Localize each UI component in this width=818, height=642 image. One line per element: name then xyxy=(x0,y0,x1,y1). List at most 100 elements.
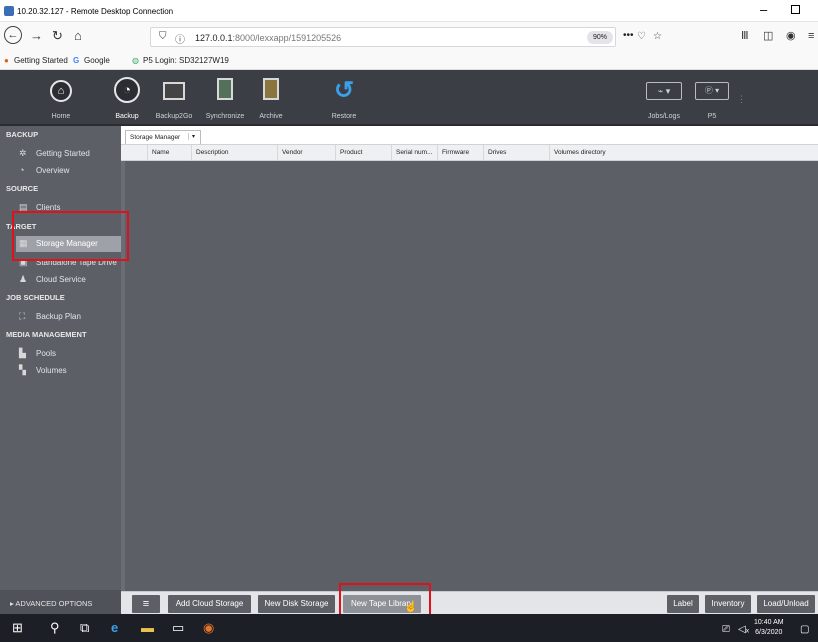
taskbar-clock[interactable]: 10:40 AM 6/3/2020 xyxy=(754,618,784,638)
storage-manager-icon: ▦ xyxy=(19,238,28,248)
column-name[interactable]: Name xyxy=(147,145,191,161)
overview-gauge-icon: ◔ xyxy=(19,165,25,175)
column-volumes-directory[interactable]: Volumes directory xyxy=(549,145,818,161)
bookmark-p5-login[interactable]: P5 Login: SD32127W19 xyxy=(143,56,229,65)
internet-explorer-icon[interactable]: e xyxy=(111,620,118,636)
header-home-label: Home xyxy=(51,113,71,120)
sidebar: BACKUP ✲ Getting Started ◔ Overview SOUR… xyxy=(0,126,121,614)
windows-start-icon[interactable]: ⊞ xyxy=(12,620,23,636)
inventory-button[interactable]: Inventory xyxy=(705,595,751,613)
volume-muted-icon[interactable]: ◁ₓ xyxy=(738,622,749,638)
minimize-button[interactable]: – xyxy=(760,2,767,17)
toolbar-menu-button[interactable]: ≡ xyxy=(132,595,160,613)
sidebar-item-label: Getting Started xyxy=(36,149,90,158)
advanced-options-toggle[interactable]: ▸ ADVANCED OPTIONS xyxy=(0,590,121,614)
add-cloud-storage-button[interactable]: Add Cloud Storage xyxy=(168,595,251,613)
column-vendor[interactable]: Vendor xyxy=(277,145,335,161)
header-home-button[interactable]: ⌂ Home xyxy=(44,70,78,126)
header-synchronize-button[interactable]: Synchronize xyxy=(202,70,248,126)
clients-icon: ▤ xyxy=(19,202,28,212)
sidebar-item-label: Overview xyxy=(36,166,70,175)
sidebar-item-overview[interactable]: ◔ Overview xyxy=(19,163,121,179)
header-archive-label: Archive xyxy=(259,113,283,120)
info-icon[interactable]: ⓘ xyxy=(175,31,185,46)
sidebar-item-label: Cloud Service xyxy=(36,275,86,284)
sidebar-item-storage-manager[interactable]: ▦ Storage Manager xyxy=(16,236,121,252)
bottom-toolbar: ≡ Add Cloud Storage New Disk Storage New… xyxy=(121,591,818,614)
app-header: ⌂ Home ◔ Backup Backup2Go Synchronize Ar… xyxy=(0,70,818,126)
header-p5-button[interactable]: Ⓟ ▾ P5 xyxy=(692,70,732,126)
sidebar-item-cloud-service[interactable]: ♟ Cloud Service xyxy=(19,272,121,288)
column-product[interactable]: Product xyxy=(335,145,391,161)
archive-icon xyxy=(263,78,279,100)
sidebar-item-volumes[interactable]: ▚ Volumes xyxy=(19,363,121,379)
header-backup-button[interactable]: ◔ Backup xyxy=(110,70,144,126)
clock-time: 10:40 AM xyxy=(754,619,784,626)
sidebar-icon[interactable]: ◫ xyxy=(763,28,773,44)
task-view-icon[interactable]: ⧉ xyxy=(80,620,89,636)
search-icon[interactable]: ⚲ xyxy=(50,620,60,636)
hamburger-menu-icon[interactable]: ≡ xyxy=(808,28,814,44)
sidebar-item-clients[interactable]: ▤ Clients xyxy=(19,200,121,216)
notifications-icon[interactable]: ▢ xyxy=(800,622,809,638)
firefox-taskbar-icon[interactable]: ◉ xyxy=(203,620,214,636)
google-icon: G xyxy=(73,56,80,65)
reload-icon[interactable]: ↻ xyxy=(52,28,63,44)
bookmark-star-icon[interactable]: ☆ xyxy=(653,31,662,42)
column-serial-number[interactable]: Serial num... xyxy=(391,145,437,161)
window-title: 10.20.32.127 - Remote Desktop Connection xyxy=(17,7,174,16)
load-unload-button[interactable]: Load/Unload xyxy=(757,595,815,613)
p5-icon: ◍ xyxy=(132,56,139,65)
label-button[interactable]: Label xyxy=(667,595,699,613)
sidebar-item-standalone-tape-drive[interactable]: ▣ Standalone Tape Drive xyxy=(19,255,121,271)
sidebar-item-backup-plan[interactable]: ⛶ Backup Plan xyxy=(19,309,121,325)
network-icon[interactable]: ⎚ xyxy=(722,622,730,638)
sidebar-item-label: Pools xyxy=(36,349,57,358)
url-bar[interactable]: ⛉ ⓘ 127.0.0.1:8000/lexxapp/1591205526 90… xyxy=(150,27,662,47)
sidebar-item-label: Clients xyxy=(36,203,61,212)
backup-gauge-icon: ◔ xyxy=(114,77,140,103)
pocket-icon[interactable]: ♡ xyxy=(637,31,646,42)
column-description[interactable]: Description xyxy=(191,145,277,161)
remote-desktop-taskbar-icon[interactable]: ▭ xyxy=(172,620,184,636)
pools-icon: ▙ xyxy=(19,348,26,358)
section-target: TARGET xyxy=(6,222,37,231)
home-icon[interactable]: ⌂ xyxy=(74,28,82,44)
file-explorer-icon[interactable]: ▬ xyxy=(141,620,154,636)
column-drives[interactable]: Drives xyxy=(483,145,549,161)
sidebar-item-label: Standalone Tape Drive xyxy=(36,258,117,267)
library-icon[interactable]: Ⅲ xyxy=(741,28,749,44)
column-spacer xyxy=(121,145,147,161)
cloud-service-icon: ♟ xyxy=(19,274,28,284)
page-actions-menu[interactable]: ••• xyxy=(623,30,634,41)
header-p5-label: P5 xyxy=(707,113,717,120)
sidebar-item-getting-started[interactable]: ✲ Getting Started xyxy=(19,146,121,162)
column-firmware[interactable]: Firmware xyxy=(437,145,483,161)
header-archive-button[interactable]: Archive xyxy=(254,70,288,126)
tab-label: Storage Manager xyxy=(130,134,181,141)
windows-taskbar: ⊞ ⚲ ⧉ e ▬ ▭ ◉ ⎚ ◁ₓ 10:40 AM 6/3/2020 ▢ xyxy=(0,614,818,642)
new-disk-storage-button[interactable]: New Disk Storage xyxy=(258,595,335,613)
header-backup-label: Backup xyxy=(115,113,139,120)
header-jobs-logs-button[interactable]: ⌁ ▾ Jobs/Logs xyxy=(640,70,688,126)
maximize-button[interactable] xyxy=(791,5,800,14)
grid-left-gutter xyxy=(121,161,125,591)
forward-arrow-icon[interactable]: → xyxy=(30,28,43,44)
section-backup: BACKUP xyxy=(6,130,39,139)
bookmark-google[interactable]: Google xyxy=(84,56,110,65)
bookmark-getting-started[interactable]: Getting Started xyxy=(14,56,68,65)
header-backup2go-button[interactable]: Backup2Go xyxy=(152,70,196,126)
zoom-level[interactable]: 90% xyxy=(587,31,613,44)
volumes-icon: ▚ xyxy=(19,365,26,375)
extension-icon[interactable]: ◉ xyxy=(786,28,796,44)
bookmarks-bar: ● Getting Started G Google ◍ P5 Login: S… xyxy=(0,52,818,70)
sidebar-item-pools[interactable]: ▙ Pools xyxy=(19,346,121,362)
restore-arrow-icon: ↺ xyxy=(333,77,355,104)
sidebar-item-label: Backup Plan xyxy=(36,312,81,321)
section-source: SOURCE xyxy=(6,184,39,193)
header-restore-button[interactable]: ↺ Restore xyxy=(326,70,362,126)
back-arrow-icon[interactable]: ← xyxy=(4,26,22,44)
tab-storage-manager[interactable]: Storage Manager ▾ xyxy=(125,130,201,144)
table-header: Name Description Vendor Product Serial n… xyxy=(121,145,818,161)
tab-dropdown-icon[interactable]: ▾ xyxy=(188,133,198,140)
